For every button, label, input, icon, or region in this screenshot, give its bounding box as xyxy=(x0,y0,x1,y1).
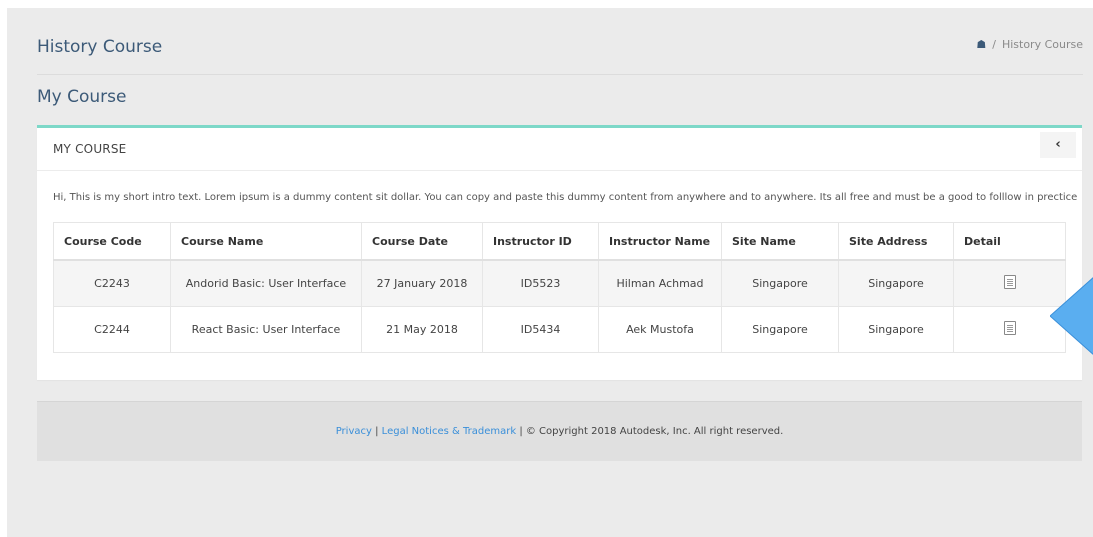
cell-detail xyxy=(953,306,1066,353)
footer-divider: | xyxy=(375,426,379,437)
cell-detail xyxy=(953,259,1066,307)
cell-site-address: Singapore xyxy=(838,306,954,353)
cell-instructor-name: Hilman Achmad xyxy=(598,259,722,307)
section-title: My Course xyxy=(37,87,127,107)
breadcrumb-current: History Course xyxy=(1001,38,1083,51)
cell-course-name: Andorid Basic: User Interface xyxy=(170,259,362,307)
table-row: C2243 Andorid Basic: User Interface 27 J… xyxy=(53,259,1066,307)
cell-course-name: React Basic: User Interface xyxy=(170,306,362,353)
table-header-row: Course Code Course Name Course Date Inst… xyxy=(53,222,1066,261)
copyright-text: | © Copyright 2018 Autodesk, Inc. All ri… xyxy=(519,426,784,437)
cell-instructor-id: ID5434 xyxy=(482,306,599,353)
column-header[interactable]: Site Name xyxy=(721,222,839,261)
footer: Privacy | Legal Notices & Trademark | © … xyxy=(37,401,1082,461)
document-icon[interactable] xyxy=(1003,275,1016,289)
privacy-link[interactable]: Privacy xyxy=(336,426,372,437)
cell-course-code: C2243 xyxy=(53,259,171,307)
intro-text: Hi, This is my short intro text. Lorem i… xyxy=(53,192,1078,203)
cell-instructor-id: ID5523 xyxy=(482,259,599,307)
cell-instructor-name: Aek Mustofa xyxy=(598,306,722,353)
column-header[interactable]: Course Name xyxy=(170,222,362,261)
legal-notices-link[interactable]: Legal Notices & Trademark xyxy=(382,426,516,437)
cell-course-code: C2244 xyxy=(53,306,171,353)
column-header[interactable]: Course Date xyxy=(361,222,483,261)
page-header: History Course ☗ / History Course xyxy=(37,28,1083,75)
blue-diamond-decoration xyxy=(1050,277,1093,355)
card-header: MY COURSE ‹ xyxy=(37,128,1082,171)
column-header[interactable]: Instructor ID xyxy=(482,222,599,261)
course-card: MY COURSE ‹ Hi, This is my short intro t… xyxy=(37,125,1082,380)
cell-course-date: 27 January 2018 xyxy=(361,259,483,307)
breadcrumb: ☗ / History Course xyxy=(976,38,1083,51)
breadcrumb-separator: / xyxy=(992,38,996,51)
home-icon[interactable]: ☗ xyxy=(976,38,986,51)
cell-site-name: Singapore xyxy=(721,259,839,307)
course-table: Course Code Course Name Course Date Inst… xyxy=(53,222,1066,353)
card-title: MY COURSE xyxy=(53,142,127,156)
column-header[interactable]: Site Address xyxy=(838,222,954,261)
column-header[interactable]: Course Code xyxy=(53,222,171,261)
page-title: History Course xyxy=(37,37,163,57)
table-row: C2244 React Basic: User Interface 21 May… xyxy=(53,306,1066,353)
collapse-button[interactable]: ‹ xyxy=(1040,132,1076,158)
cell-course-date: 21 May 2018 xyxy=(361,306,483,353)
column-header[interactable]: Instructor Name xyxy=(598,222,722,261)
document-icon[interactable] xyxy=(1003,321,1016,335)
chevron-left-icon: ‹ xyxy=(1055,137,1061,152)
cell-site-name: Singapore xyxy=(721,306,839,353)
cell-site-address: Singapore xyxy=(838,259,954,307)
column-header[interactable]: Detail xyxy=(953,222,1066,261)
